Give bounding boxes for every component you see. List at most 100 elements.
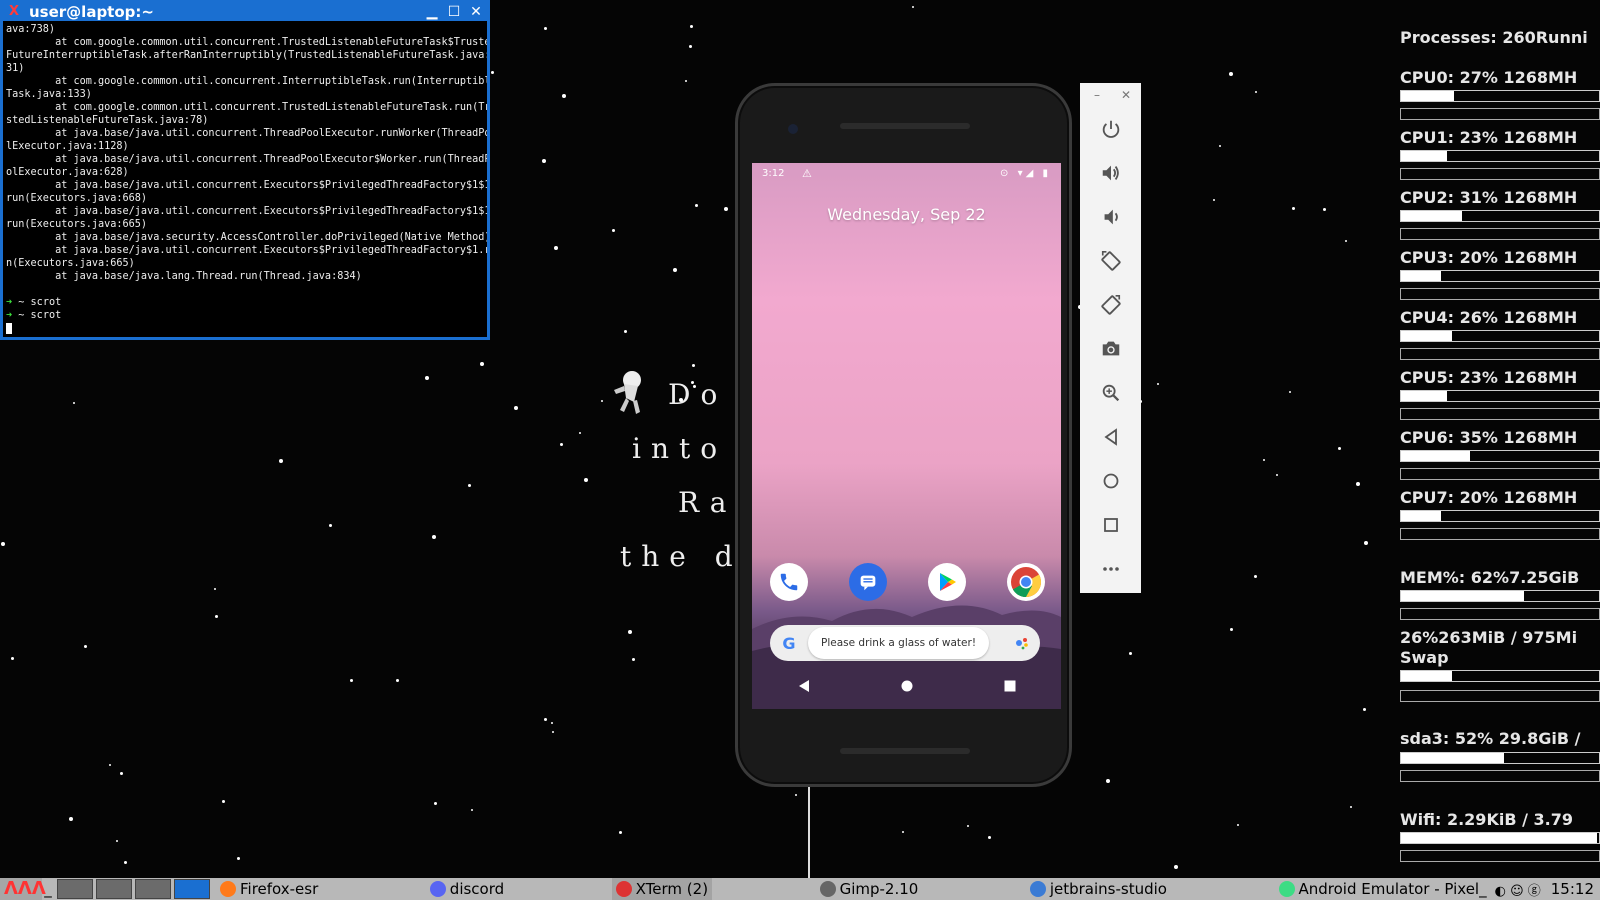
star (692, 364, 695, 367)
star (628, 630, 632, 634)
star (724, 207, 728, 211)
star (1129, 652, 1132, 655)
cpu1-label: CPU1: 23% 1268MH (1400, 128, 1578, 147)
terminal-line: olExecutor.java:628) (6, 167, 129, 178)
taskbar-item-label: Gimp-2.10 (839, 880, 919, 898)
cpu2-bar (1400, 210, 1600, 222)
workspace-1[interactable] (57, 879, 93, 899)
firefox-icon (220, 881, 236, 897)
terminal-line: at java.base/java.util.concurrent.Thread… (6, 128, 487, 139)
terminal-line: n(Executors.java:665) (6, 258, 135, 269)
nav-back-icon[interactable] (789, 671, 819, 701)
star (612, 229, 615, 232)
star (554, 246, 558, 250)
star (988, 836, 991, 839)
nav-overview-icon[interactable] (995, 671, 1025, 701)
terminal-command-line: ➜ ~ scrot (6, 296, 484, 309)
memory-graph (1400, 608, 1600, 620)
close-button[interactable]: ✕ (465, 3, 487, 21)
cpu7-label: CPU7: 20% 1268MH (1400, 488, 1578, 507)
swap-bar-fill (1401, 671, 1453, 681)
rotate-right-button[interactable] (1080, 283, 1141, 327)
workspace-4[interactable] (174, 879, 210, 899)
memory-bar-fill (1401, 591, 1524, 601)
star (514, 406, 518, 410)
cpu0-bar-fill (1401, 91, 1455, 101)
cpu7-graph (1400, 528, 1600, 540)
terminal-line: 31) (6, 63, 25, 74)
star (1276, 474, 1278, 476)
workspace-2[interactable] (96, 879, 132, 899)
emulator-minimize-button[interactable]: – (1094, 88, 1100, 102)
terminal-line: lExecutor.java:1128) (6, 141, 129, 152)
disk-bar-fill (1401, 753, 1504, 763)
star (1363, 708, 1366, 711)
start-menu-logo[interactable]: ΛΛΛ (0, 878, 46, 900)
date-widget[interactable]: Wednesday, Sep 22 (752, 205, 1061, 224)
terminal-lines: ava:738) at com.google.common.util.concu… (6, 23, 487, 296)
clock[interactable]: 15:12 (1545, 880, 1600, 898)
status-icons: ⊙ ▾◢ ▮ (1000, 167, 1051, 179)
star (690, 25, 693, 28)
zoom-button[interactable] (1080, 371, 1141, 415)
minimize-button[interactable]: ▁ (421, 3, 443, 21)
maximize-button[interactable]: ☐ (443, 3, 465, 21)
taskbar-item[interactable]: discord (426, 878, 508, 900)
star (1323, 208, 1326, 211)
back-button[interactable] (1080, 415, 1141, 459)
screenshot-button[interactable] (1080, 327, 1141, 371)
cpu1-graph (1400, 168, 1600, 180)
power-button[interactable] (1080, 107, 1141, 151)
chrome-app-icon[interactable] (1007, 563, 1045, 601)
rotate-left-button[interactable] (1080, 239, 1141, 283)
cpu5-bar (1400, 390, 1600, 402)
star (1230, 628, 1233, 631)
star (551, 722, 553, 724)
messages-app-icon[interactable] (849, 563, 887, 601)
volume-up-button[interactable] (1080, 151, 1141, 195)
workspace-3[interactable] (135, 879, 171, 899)
star (1213, 199, 1215, 201)
home-button[interactable] (1080, 459, 1141, 503)
star (124, 861, 127, 864)
xterm-window[interactable]: X user@laptop:~ ▁ ☐ ✕ ava:738) at com.go… (0, 0, 490, 340)
cpu5-label: CPU5: 23% 1268MH (1400, 368, 1578, 387)
star (237, 857, 240, 860)
terminal-output[interactable]: ava:738) at com.google.common.util.concu… (3, 21, 487, 337)
terminal-line: at java.base/java.util.concurrent.Thread… (6, 154, 487, 165)
star (11, 657, 14, 660)
tether-line (808, 784, 810, 878)
wifi-graph (1400, 850, 1600, 862)
taskbar-item[interactable]: XTerm (2) (611, 878, 713, 900)
nav-home-icon[interactable] (892, 671, 922, 701)
taskbar-item[interactable]: jetbrains-studio (1026, 878, 1171, 900)
cpu3-graph (1400, 288, 1600, 300)
emulator-close-button[interactable]: ✕ (1121, 88, 1131, 102)
cpu4-graph (1400, 348, 1600, 360)
wifi-label: Wifi: 2.29KiB / 3.79 (1400, 810, 1573, 829)
overview-button[interactable] (1080, 503, 1141, 547)
search-suggestion-chip[interactable]: Please drink a glass of water! (808, 627, 990, 659)
volume-down-icon (1104, 209, 1118, 225)
phone-screen[interactable]: 3:12 ⚠ ⊙ ▾◢ ▮ Wednesday, Sep 22 G Please… (752, 163, 1061, 709)
taskbar-item[interactable]: Gimp-2.10 (816, 878, 923, 900)
star (579, 432, 581, 434)
star (222, 800, 225, 803)
cpu0-bar (1400, 90, 1600, 102)
xterm-titlebar[interactable]: X user@laptop:~ ▁ ☐ ✕ (3, 3, 487, 21)
play-store-app-icon[interactable] (928, 563, 966, 601)
emulator-toolbar: – ✕ (1080, 83, 1141, 593)
star (84, 645, 87, 648)
star (1356, 482, 1360, 486)
google-search-bar[interactable]: G Please drink a glass of water! (770, 625, 1040, 661)
taskbar-item[interactable]: Firefox-esr (216, 878, 322, 900)
star (120, 772, 123, 775)
warning-icon: ⚠ (802, 166, 812, 180)
volume-down-button[interactable] (1080, 195, 1141, 239)
phone-app-icon[interactable] (770, 563, 808, 601)
taskbar-item[interactable]: Android Emulator - Pixel_ (1275, 878, 1491, 900)
star (109, 764, 111, 766)
swap-usage-label: 26%263MiB / 975Mi (1400, 628, 1578, 647)
assistant-icon[interactable] (1012, 633, 1032, 653)
more-button[interactable] (1080, 547, 1141, 591)
